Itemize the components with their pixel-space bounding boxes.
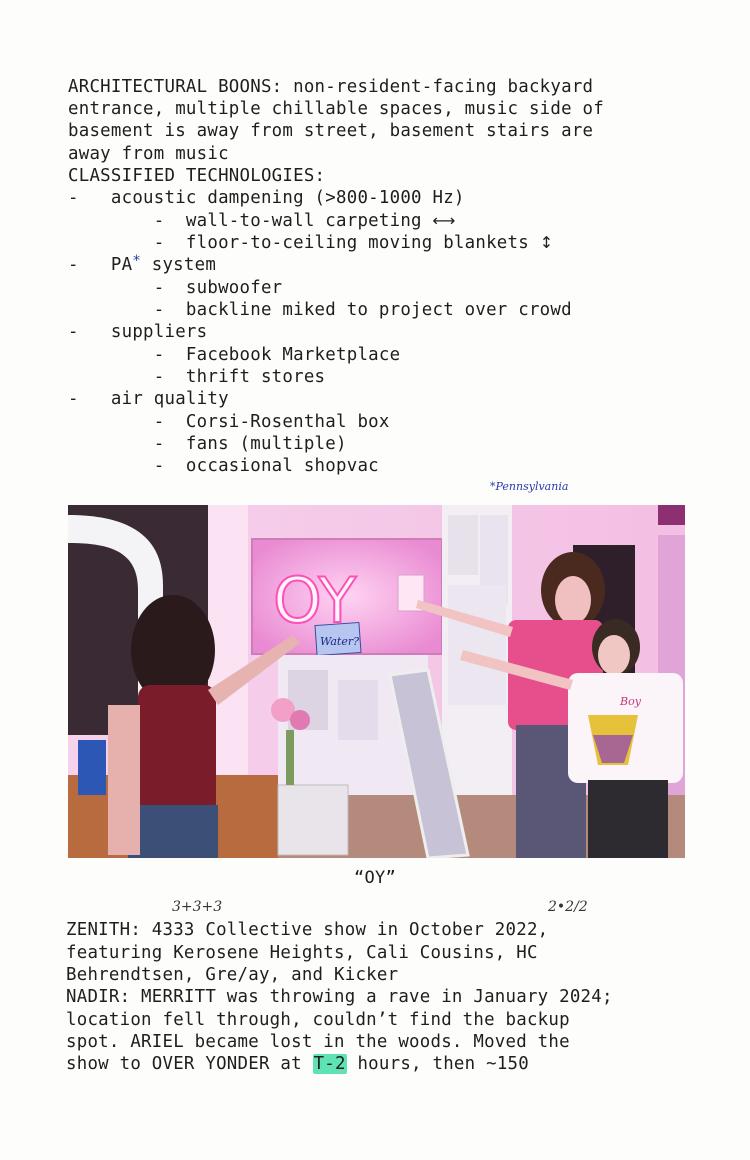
shirt-print: Boy	[619, 695, 642, 708]
list-item: - PA* system	[68, 253, 217, 275]
intro-line-2: entrance, multiple chillable spaces, mus…	[68, 99, 605, 119]
list-item: - Facebook Marketplace	[68, 345, 401, 365]
list-item: - acoustic dampening (>800-1000 Hz)	[68, 188, 465, 208]
intro-line-4: away from music	[68, 144, 229, 164]
handwritten-annotation: 2•2/2	[548, 899, 588, 915]
list-item: - backline miked to project over crowd	[68, 300, 572, 320]
list-item: - air quality	[68, 389, 229, 409]
list-item: - subwoofer	[68, 278, 283, 298]
photo-caption: “OY”	[354, 868, 396, 888]
intro-line-3: basement is away from street, basement s…	[68, 121, 594, 141]
nadir-line: show to OVER YONDER at T-2 hours, then ~…	[66, 1054, 529, 1074]
zenith-line: featuring Kerosene Heights, Cali Cousins…	[66, 943, 538, 963]
list-item: - fans (multiple)	[68, 434, 347, 454]
list-item: - floor-to-ceiling moving blankets ↕	[68, 233, 554, 253]
nadir-line: spot. ARIEL became lost in the woods. Mo…	[66, 1032, 570, 1052]
list-item: - occasional shopvac	[68, 456, 379, 476]
zenith-line: Behrendtsen, Gre/ay, and Kicker	[66, 965, 399, 985]
asterisk-mark: *	[132, 253, 142, 269]
nadir-line: NADIR: MERRITT was throwing a rave in Ja…	[66, 987, 613, 1007]
handwritten-note: *Pennsylvania	[490, 480, 569, 493]
section-heading: CLASSIFIED TECHNOLOGIES:	[68, 166, 326, 186]
double-arrow-vertical-icon: ↕	[539, 233, 554, 252]
handwritten-annotation: 3+3+3	[172, 899, 223, 915]
intro-line-1: ARCHITECTURAL BOONS: non-resident-facing…	[68, 77, 594, 97]
nadir-line: location fell through, couldn’t find the…	[66, 1010, 570, 1030]
list-item: - thrift stores	[68, 367, 326, 387]
list-item: - suppliers	[68, 322, 208, 342]
double-arrow-horizontal-icon: ⟷	[432, 211, 456, 230]
list-item: - Corsi-Rosenthal box	[68, 412, 390, 432]
list-item: - wall-to-wall carpeting ⟷	[68, 211, 456, 231]
photo: OY Water? Boy	[68, 505, 685, 858]
zenith-line: ZENITH: 4333 Collective show in October …	[66, 920, 549, 940]
water-sign: Water?	[320, 635, 359, 648]
photo-illustration: OY Water? Boy	[68, 505, 685, 858]
highlighted-text: T-2	[312, 1054, 347, 1074]
